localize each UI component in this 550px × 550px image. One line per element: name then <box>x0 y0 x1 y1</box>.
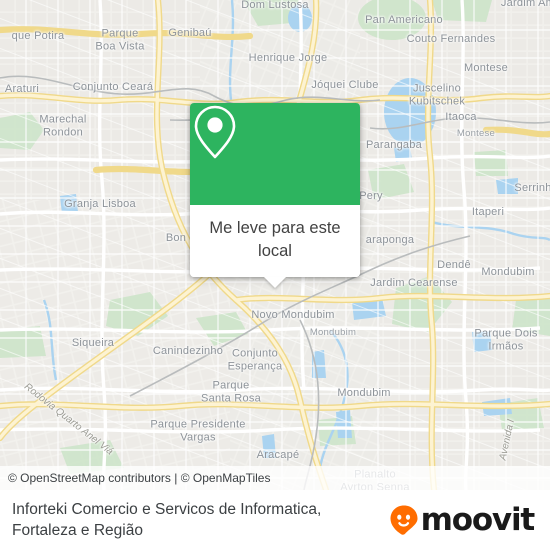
moovit-wordmark: moovit <box>420 501 536 538</box>
callout-header <box>190 103 360 205</box>
footer-bar: Inforteki Comercio e Servicos de Informa… <box>0 490 550 550</box>
moovit-smiley-pin-icon <box>390 505 418 535</box>
map-canvas[interactable]: que Potira Parque Boa Vista Genibaú Dom Lus… <box>0 0 550 490</box>
attribution-text[interactable]: © OpenStreetMap contributors | © OpenMap… <box>8 471 270 485</box>
map-pin-icon <box>194 105 236 159</box>
map-attribution-bar: © OpenStreetMap contributors | © OpenMap… <box>0 466 550 490</box>
moovit-logo[interactable]: moovit <box>389 501 536 538</box>
callout-pointer-tail <box>264 277 286 288</box>
callout-message: Me leve para este local <box>209 219 341 260</box>
destination-callout-card[interactable]: Me leve para este local <box>190 103 360 288</box>
callout-body: Me leve para este local <box>190 205 360 277</box>
place-title-line2: Fortaleza e Região <box>12 522 143 539</box>
place-title-line1: Inforteki Comercio e Servicos de Informa… <box>12 501 322 518</box>
place-title: Inforteki Comercio e Servicos de Informa… <box>12 499 321 541</box>
moovit-map-screen: que Potira Parque Boa Vista Genibaú Dom Lus… <box>0 0 550 550</box>
